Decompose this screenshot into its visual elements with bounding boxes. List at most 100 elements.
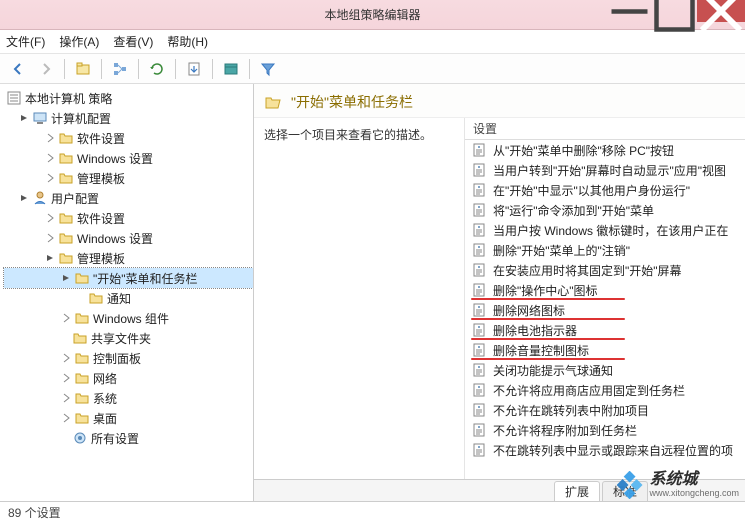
policy-label: 当用户转到"开始"屏幕时自动显示"应用"视图	[493, 162, 726, 179]
expander-closed-icon[interactable]	[60, 352, 72, 364]
policy-label: 删除网络图标	[493, 302, 565, 319]
policy-icon	[471, 442, 487, 458]
policy-item[interactable]: 不允许在跳转列表中附加项目	[465, 400, 745, 420]
expander-open-icon[interactable]	[44, 252, 56, 264]
policy-item[interactable]: 将"运行"命令添加到"开始"菜单	[465, 200, 745, 220]
menu-file[interactable]: 文件(F)	[6, 33, 45, 50]
policy-label: 在"开始"中显示"以其他用户身份运行"	[493, 182, 690, 199]
expander-closed-icon[interactable]	[60, 392, 72, 404]
tree-system[interactable]: 系统	[4, 388, 253, 408]
back-button[interactable]	[6, 57, 30, 81]
tree-software-settings-2[interactable]: 软件设置	[4, 208, 253, 228]
menu-action[interactable]: 操作(A)	[59, 33, 99, 50]
folder-icon	[74, 310, 90, 326]
tree-desktop[interactable]: 桌面	[4, 408, 253, 428]
tree-all-settings[interactable]: 所有设置	[4, 428, 253, 448]
window-title: 本地组策略编辑器	[324, 6, 420, 23]
expander-closed-icon[interactable]	[44, 152, 56, 164]
policy-icon	[471, 362, 487, 378]
expander-open-icon[interactable]	[60, 272, 72, 284]
expander-closed-icon[interactable]	[60, 372, 72, 384]
policy-item[interactable]: 删除网络图标	[465, 300, 745, 320]
up-button[interactable]	[71, 57, 95, 81]
policy-icon	[471, 322, 487, 338]
policy-item[interactable]: 删除"操作中心"图标	[465, 280, 745, 300]
details-tabs: 扩展 标准	[254, 479, 745, 501]
tree-admin-templates-2[interactable]: 管理模板	[4, 248, 253, 268]
expander-closed-icon[interactable]	[44, 172, 56, 184]
folder-icon	[58, 230, 74, 246]
tree-pane: 本地计算机 策略 计算机配置 软件设置 Windows 设置 管理模板	[0, 84, 254, 501]
expander-closed-icon[interactable]	[44, 212, 56, 224]
tree-root[interactable]: 本地计算机 策略	[4, 88, 253, 108]
tree-network[interactable]: 网络	[4, 368, 253, 388]
tree-shared-folders[interactable]: 共享文件夹	[4, 328, 253, 348]
menu-view[interactable]: 查看(V)	[113, 33, 153, 50]
policy-item[interactable]: 不允许将程序附加到任务栏	[465, 420, 745, 440]
tab-extended[interactable]: 扩展	[554, 481, 600, 501]
policy-icon	[471, 402, 487, 418]
properties-button[interactable]	[219, 57, 243, 81]
export-button[interactable]	[182, 57, 206, 81]
column-header-setting[interactable]: 设置	[465, 118, 745, 140]
tree-start-taskbar[interactable]: "开始"菜单和任务栏	[4, 268, 253, 288]
folder-icon	[58, 170, 74, 186]
expander-open-icon[interactable]	[18, 192, 30, 204]
expander-closed-icon[interactable]	[44, 132, 56, 144]
folder-icon	[58, 250, 74, 266]
menu-help[interactable]: 帮助(H)	[167, 33, 208, 50]
tree-user-config[interactable]: 用户配置	[4, 188, 253, 208]
tree-windows-components[interactable]: Windows 组件	[4, 308, 253, 328]
policy-icon	[471, 342, 487, 358]
policy-item[interactable]: 删除电池指示器	[465, 320, 745, 340]
expander-closed-icon[interactable]	[44, 232, 56, 244]
computer-icon	[32, 110, 48, 126]
forward-button[interactable]	[34, 57, 58, 81]
expander-open-icon[interactable]	[18, 112, 30, 124]
tree-windows-settings-2[interactable]: Windows 设置	[4, 228, 253, 248]
policy-label: 不允许将应用商店应用固定到任务栏	[493, 382, 685, 399]
menubar: 文件(F) 操作(A) 查看(V) 帮助(H)	[0, 30, 745, 54]
policy-icon	[471, 182, 487, 198]
policy-item[interactable]: 不允许将应用商店应用固定到任务栏	[465, 380, 745, 400]
policy-item[interactable]: 删除音量控制图标	[465, 340, 745, 360]
policy-item[interactable]: 删除"开始"菜单上的"注销"	[465, 240, 745, 260]
tree-computer-config[interactable]: 计算机配置	[4, 108, 253, 128]
tree-control-panel[interactable]: 控制面板	[4, 348, 253, 368]
folder-icon	[74, 270, 90, 286]
policy-label: 不允许将程序附加到任务栏	[493, 422, 637, 439]
policy-item[interactable]: 当用户按 Windows 徽标键时，在该用户正在	[465, 220, 745, 240]
minimize-button[interactable]	[607, 0, 652, 22]
expander-closed-icon[interactable]	[60, 312, 72, 324]
folder-icon	[74, 390, 90, 406]
tree-notifications[interactable]: 通知	[4, 288, 253, 308]
refresh-button[interactable]	[145, 57, 169, 81]
expander-closed-icon[interactable]	[60, 412, 72, 424]
policy-item[interactable]: 在安装应用时将其固定到"开始"屏幕	[465, 260, 745, 280]
details-title: "开始"菜单和任务栏	[291, 92, 413, 112]
folder-icon	[72, 330, 88, 346]
description-text: 选择一个项目来查看它的描述。	[264, 126, 454, 143]
policy-icon	[471, 142, 487, 158]
policy-label: 不允许在跳转列表中附加项目	[493, 402, 649, 419]
policy-label: 关闭功能提示气球通知	[493, 362, 613, 379]
filter-button[interactable]	[256, 57, 280, 81]
status-bar: 89 个设置	[0, 501, 745, 523]
folder-icon	[58, 150, 74, 166]
folder-icon	[74, 350, 90, 366]
folder-icon	[58, 210, 74, 226]
policy-item[interactable]: 从"开始"菜单中删除"移除 PC"按钮	[465, 140, 745, 160]
policy-label: 删除电池指示器	[493, 322, 577, 339]
tree-windows-settings[interactable]: Windows 设置	[4, 148, 253, 168]
tab-standard[interactable]: 标准	[602, 481, 648, 501]
policy-item[interactable]: 在"开始"中显示"以其他用户身份运行"	[465, 180, 745, 200]
tree-icon[interactable]	[108, 57, 132, 81]
tree-software-settings[interactable]: 软件设置	[4, 128, 253, 148]
policy-item[interactable]: 关闭功能提示气球通知	[465, 360, 745, 380]
policy-item[interactable]: 当用户转到"开始"屏幕时自动显示"应用"视图	[465, 160, 745, 180]
maximize-button[interactable]	[652, 0, 697, 22]
tree-admin-templates[interactable]: 管理模板	[4, 168, 253, 188]
policy-item[interactable]: 不在跳转列表中显示或跟踪来自远程位置的项	[465, 440, 745, 460]
close-button[interactable]	[697, 0, 745, 22]
titlebar: 本地组策略编辑器	[0, 0, 745, 30]
